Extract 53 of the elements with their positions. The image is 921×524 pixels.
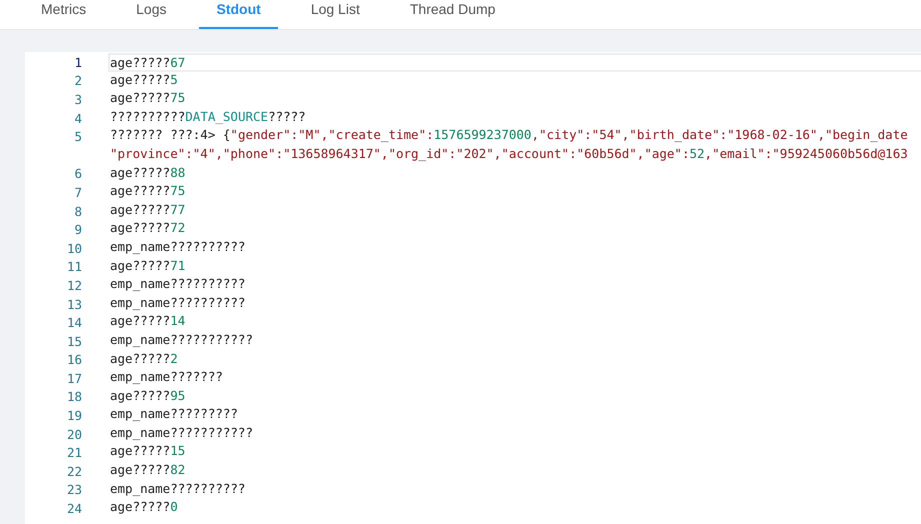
tab[interactable]: Thread Dump xyxy=(392,0,512,29)
line-number: 20 xyxy=(66,426,82,442)
code-line: age?????82 xyxy=(110,462,186,480)
line-number: 8 xyxy=(73,204,82,219)
line-number: 24 xyxy=(66,501,82,516)
line-number: 7 xyxy=(73,184,82,200)
code-line: age?????67 xyxy=(108,53,921,72)
code-line: "province":"4","phone":"13658964317","org_id":"202","account":"60b56d","age":52,"email":"959245060b56d@163 xyxy=(110,146,909,163)
code-line: age?????77 xyxy=(110,202,186,219)
line-number: 3 xyxy=(73,92,82,107)
line-number: 13 xyxy=(66,296,82,312)
line-number: 12 xyxy=(66,278,82,293)
code-line: age?????72 xyxy=(110,220,186,238)
line-number: 14 xyxy=(66,315,82,330)
line-number: 9 xyxy=(73,222,82,238)
line-number: 22 xyxy=(66,464,82,479)
line-number: 15 xyxy=(66,334,82,349)
line-number: 10 xyxy=(66,240,82,256)
code-line: emp_name??????????? xyxy=(110,424,254,442)
line-number: 16 xyxy=(66,352,82,368)
line-number: 5 xyxy=(73,129,82,144)
line-number: 11 xyxy=(66,259,82,274)
code-line: age?????15 xyxy=(110,443,186,460)
line-number: 4 xyxy=(73,110,82,126)
code-line: age?????75 xyxy=(110,90,186,108)
tab[interactable]: Log List xyxy=(294,0,377,29)
code-line: emp_name?????????? xyxy=(110,480,246,498)
code-line: age?????88 xyxy=(110,164,186,182)
code-line: age?????75 xyxy=(110,183,186,200)
code-line: age?????2 xyxy=(110,350,179,368)
tab[interactable]: Metrics xyxy=(24,0,104,29)
code-line: age?????71 xyxy=(110,258,186,275)
line-number: 21 xyxy=(66,445,82,460)
line-number: 1 xyxy=(73,54,82,70)
code-line: ??????????DATA_SOURCE????? xyxy=(110,108,307,126)
line-number: 23 xyxy=(66,482,82,498)
code-line: age?????14 xyxy=(110,313,186,330)
line-number: 17 xyxy=(66,370,82,386)
line-number: 19 xyxy=(66,408,82,424)
code-line: age?????95 xyxy=(110,388,186,405)
code-line: emp_name????????? xyxy=(110,406,239,424)
line-number: 18 xyxy=(66,389,82,404)
code-line: age?????5 xyxy=(110,72,179,89)
code-line: emp_name??????? xyxy=(110,369,224,386)
code-line: ??????? ???:4> {"gender":"M","create_time":1576599237000,"city":"54","birth_date":"1968-02-16","begin_date xyxy=(110,127,909,144)
code-line: emp_name?????????? xyxy=(110,276,246,294)
line-number: 2 xyxy=(73,73,82,88)
code-line: emp_name?????????? xyxy=(110,294,246,312)
code-line: emp_name?????????? xyxy=(110,238,246,256)
line-number: 6 xyxy=(73,166,82,182)
tab[interactable]: Logs xyxy=(119,0,184,29)
code-line: emp_name??????????? xyxy=(110,332,254,349)
code-line: age?????0 xyxy=(110,499,179,516)
